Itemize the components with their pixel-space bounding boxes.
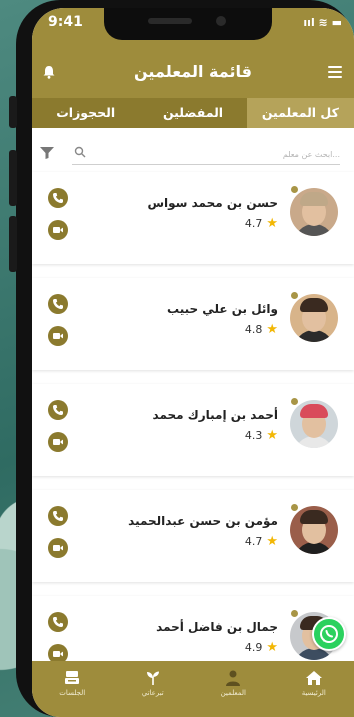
header-bar: 9:41 ııl ≋ ▬ قائمة المعلمين bbox=[32, 8, 354, 98]
video-call-button[interactable] bbox=[48, 538, 68, 558]
whatsapp-icon[interactable] bbox=[312, 617, 346, 651]
phone-side-button bbox=[9, 216, 17, 272]
teacher-rating: 4.9 ★ bbox=[245, 640, 278, 655]
teacher-avatar bbox=[290, 294, 338, 342]
tab-bookings[interactable]: الحجوزات bbox=[32, 98, 139, 128]
search-bar: ابحث عن معلم... bbox=[32, 130, 354, 166]
nav-label: تبرعاتي bbox=[141, 689, 164, 697]
teacher-rating: 4.7 ★ bbox=[245, 534, 278, 549]
teacher-avatar bbox=[290, 506, 338, 554]
page-title: قائمة المعلمين bbox=[134, 62, 252, 81]
tab-favorites[interactable]: المفضلين bbox=[139, 98, 246, 128]
status-time: 9:41 bbox=[48, 14, 83, 30]
star-icon: ★ bbox=[266, 216, 278, 231]
call-button[interactable] bbox=[48, 400, 68, 420]
search-icon[interactable] bbox=[74, 143, 86, 158]
search-input[interactable]: ابحث عن معلم... bbox=[283, 150, 340, 159]
rating-value: 4.7 bbox=[244, 217, 263, 230]
star-icon: ★ bbox=[266, 428, 278, 443]
teacher-rating: 4.3 ★ bbox=[245, 428, 278, 443]
rating-value: 4.7 bbox=[244, 535, 263, 548]
call-button[interactable] bbox=[48, 188, 68, 208]
status-dot bbox=[291, 186, 298, 193]
sessions-icon bbox=[63, 669, 81, 687]
nav-label: الجلسات bbox=[59, 689, 86, 697]
rating-value: 4.3 bbox=[244, 429, 263, 442]
status-dot bbox=[291, 292, 298, 299]
teacher-avatar bbox=[290, 400, 338, 448]
bottom-nav: الرئيسية المعلمين تبرعاتي الجلسات bbox=[32, 661, 354, 717]
status-dot bbox=[291, 610, 298, 617]
video-call-button[interactable] bbox=[48, 432, 68, 452]
status-dot bbox=[291, 504, 298, 511]
teacher-card[interactable]: وائل بن علي حبيب 4.8 ★ bbox=[32, 278, 354, 370]
nav-label: المعلمين bbox=[220, 689, 246, 697]
teacher-avatar bbox=[290, 188, 338, 236]
nav-label: الرئيسية bbox=[301, 689, 326, 697]
nav-sessions[interactable]: الجلسات bbox=[32, 661, 113, 717]
phone-notch bbox=[104, 8, 272, 40]
status-icons: ııl ≋ ▬ bbox=[303, 16, 342, 29]
home-icon bbox=[305, 669, 323, 687]
tab-all-teachers[interactable]: كل المعلمين bbox=[246, 98, 354, 128]
status-dot bbox=[291, 398, 298, 405]
star-icon: ★ bbox=[266, 322, 278, 337]
teacher-name: أحمد بن إمبارك محمد bbox=[152, 408, 278, 422]
phone-side-button bbox=[9, 150, 17, 206]
teacher-name: وائل بن علي حبيب bbox=[166, 302, 278, 316]
nav-donations[interactable]: تبرعاتي bbox=[113, 661, 194, 717]
teacher-name: مؤمن بن حسن عبدالحميد bbox=[128, 514, 278, 528]
teacher-name: حسن بن محمد سواس bbox=[147, 196, 278, 210]
teacher-list: حسن بن محمد سواس 4.7 ★ وائل بن علي حبيب 4… bbox=[32, 172, 354, 702]
teacher-rating: 4.7 ★ bbox=[245, 216, 278, 231]
menu-icon[interactable] bbox=[328, 66, 342, 78]
teacher-rating: 4.8 ★ bbox=[245, 322, 278, 337]
star-icon: ★ bbox=[266, 640, 278, 655]
teacher-name: جمال بن فاضل أحمد bbox=[156, 620, 278, 634]
search-underline bbox=[72, 164, 340, 165]
nav-teachers[interactable]: المعلمين bbox=[193, 661, 274, 717]
rating-value: 4.8 bbox=[244, 323, 263, 336]
rating-value: 4.9 bbox=[244, 641, 263, 654]
donation-icon bbox=[144, 669, 162, 687]
video-call-button[interactable] bbox=[48, 326, 68, 346]
call-button[interactable] bbox=[48, 294, 68, 314]
teacher-card[interactable]: حسن بن محمد سواس 4.7 ★ bbox=[32, 172, 354, 264]
call-button[interactable] bbox=[48, 506, 68, 526]
phone-side-button bbox=[9, 96, 17, 128]
call-button[interactable] bbox=[48, 612, 68, 632]
filter-icon[interactable] bbox=[40, 144, 54, 159]
video-call-button[interactable] bbox=[48, 220, 68, 240]
teacher-icon bbox=[224, 669, 242, 687]
teacher-card[interactable]: أحمد بن إمبارك محمد 4.3 ★ bbox=[32, 384, 354, 476]
app-screen: 9:41 ııl ≋ ▬ قائمة المعلمين كل المعلمين … bbox=[32, 8, 354, 717]
tab-bar: كل المعلمين المفضلين الحجوزات bbox=[32, 98, 354, 128]
teacher-card[interactable]: مؤمن بن حسن عبدالحميد 4.7 ★ bbox=[32, 490, 354, 582]
star-icon: ★ bbox=[266, 534, 278, 549]
nav-home[interactable]: الرئيسية bbox=[274, 661, 354, 717]
